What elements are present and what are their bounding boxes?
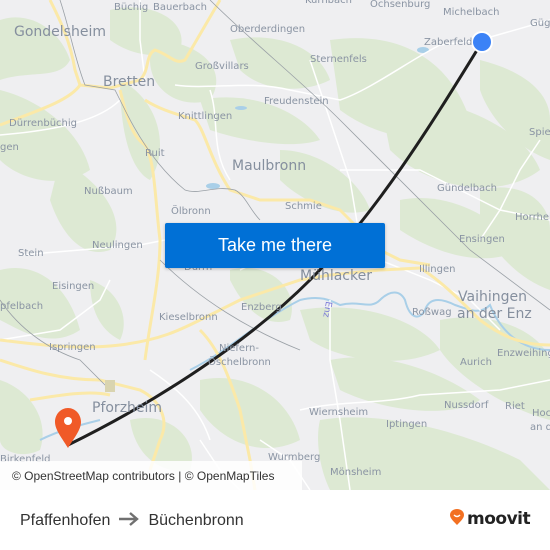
place-label-kieselbronn: Kieselbronn [159,312,218,323]
route-summary: Pfaffenhofen Büchenbronn [20,510,244,531]
place-label-stein: Stein [18,248,44,259]
place-label-moensheim: Mönsheim [330,467,382,478]
place-label-pforzheim: Pforzheim [92,400,163,416]
place-label-maulbronn: Maulbronn [232,158,307,174]
origin-name: Pfaffenhofen [20,511,111,529]
place-label-hoch2: an d [530,422,550,433]
place-label-hoch1: Hoc [532,408,550,419]
place-label-sternenfels: Sternenfels [310,54,367,65]
place-label-duerrenbuechig: Dürrenbüchig [9,118,78,129]
place-label-aurich: Aurich [460,357,492,368]
place-label-iptingen: Iptingen [386,419,428,430]
place-label-grossvillars: Großvillars [195,61,249,72]
place-label-guegl: Güg [530,18,550,29]
place-label-nussbaum: Nußbaum [84,186,133,197]
place-label-bretten: Bretten [103,74,156,90]
moovit-wordmark: moovit [467,509,531,529]
place-label-bauerbach: Bauerbach [153,2,207,13]
place-label-neulingen: Neulingen [92,240,143,251]
urban-area [105,380,115,392]
place-label-guendelbach: Gündelbach [437,183,498,194]
take-me-there-button[interactable]: Take me there [165,223,385,268]
place-label-horrheim: Horrhei [515,212,550,223]
map-view[interactable]: Gondelsheim Büchig Bauerbach Kürnbach Ochsen… [0,0,550,490]
place-label-eisingen: Eisingen [52,281,95,292]
place-label-gondelsheim: Gondelsheim [14,24,106,40]
place-label-schmie: Schmie [285,201,322,212]
lake [235,106,247,110]
place-label-ispringen: Ispringen [49,342,96,353]
place-label-michelbach: Michelbach [443,7,500,18]
place-label-zaberfeld: Zaberfeld [424,37,473,48]
destination-name: Büchenbronn [148,511,244,529]
place-label-buechig: Büchig [114,2,149,13]
place-label-gen: gen [0,142,19,153]
lake [206,183,220,189]
place-label-oberderdingen: Oberderdingen [230,24,306,35]
place-label-spie: Spie [529,127,550,138]
arrow-right-icon [118,510,140,531]
place-label-ruit: Ruit [145,148,165,159]
place-label-ochsenburg: Ochsenburg [370,0,431,10]
place-label-rosswag: Roßwag [412,307,452,318]
place-label-knittlingen: Knittlingen [178,111,233,122]
place-label-oelbronn: Ölbronn [171,206,211,217]
place-label-riet: Riet [505,401,525,412]
place-label-muehlacker: Mühlacker [300,268,372,284]
place-label-enzweihingen: Enzweihing [497,348,550,359]
place-label-kaempfelbach: pfelbach [0,301,44,312]
place-label-niefern2: Öschelbronn [208,357,271,368]
place-label-freudenstein: Freudenstein [264,96,329,107]
place-label-niefern1: Niefern- [219,343,259,354]
place-label-ensingen: Ensingen [459,234,505,245]
origin-marker[interactable] [471,31,493,53]
place-label-wiernsheim: Wiernsheim [309,407,369,418]
place-label-enzberg: Enzberg [241,302,282,313]
place-label-kuerbach: Kürnbach [305,0,352,6]
moovit-logo: moovit [449,508,531,530]
place-label-vaihingen2: an der Enz [457,306,532,322]
place-label-enz: Enz [320,300,333,319]
place-label-nussdorf: Nussdorf [444,400,489,411]
map-attribution: © OpenStreetMap contributors | © OpenMap… [0,461,302,490]
moovit-pin-icon [449,508,465,530]
place-label-illingen: Illingen [419,264,456,275]
place-label-vaihingen1: Vaihingen [458,289,527,305]
